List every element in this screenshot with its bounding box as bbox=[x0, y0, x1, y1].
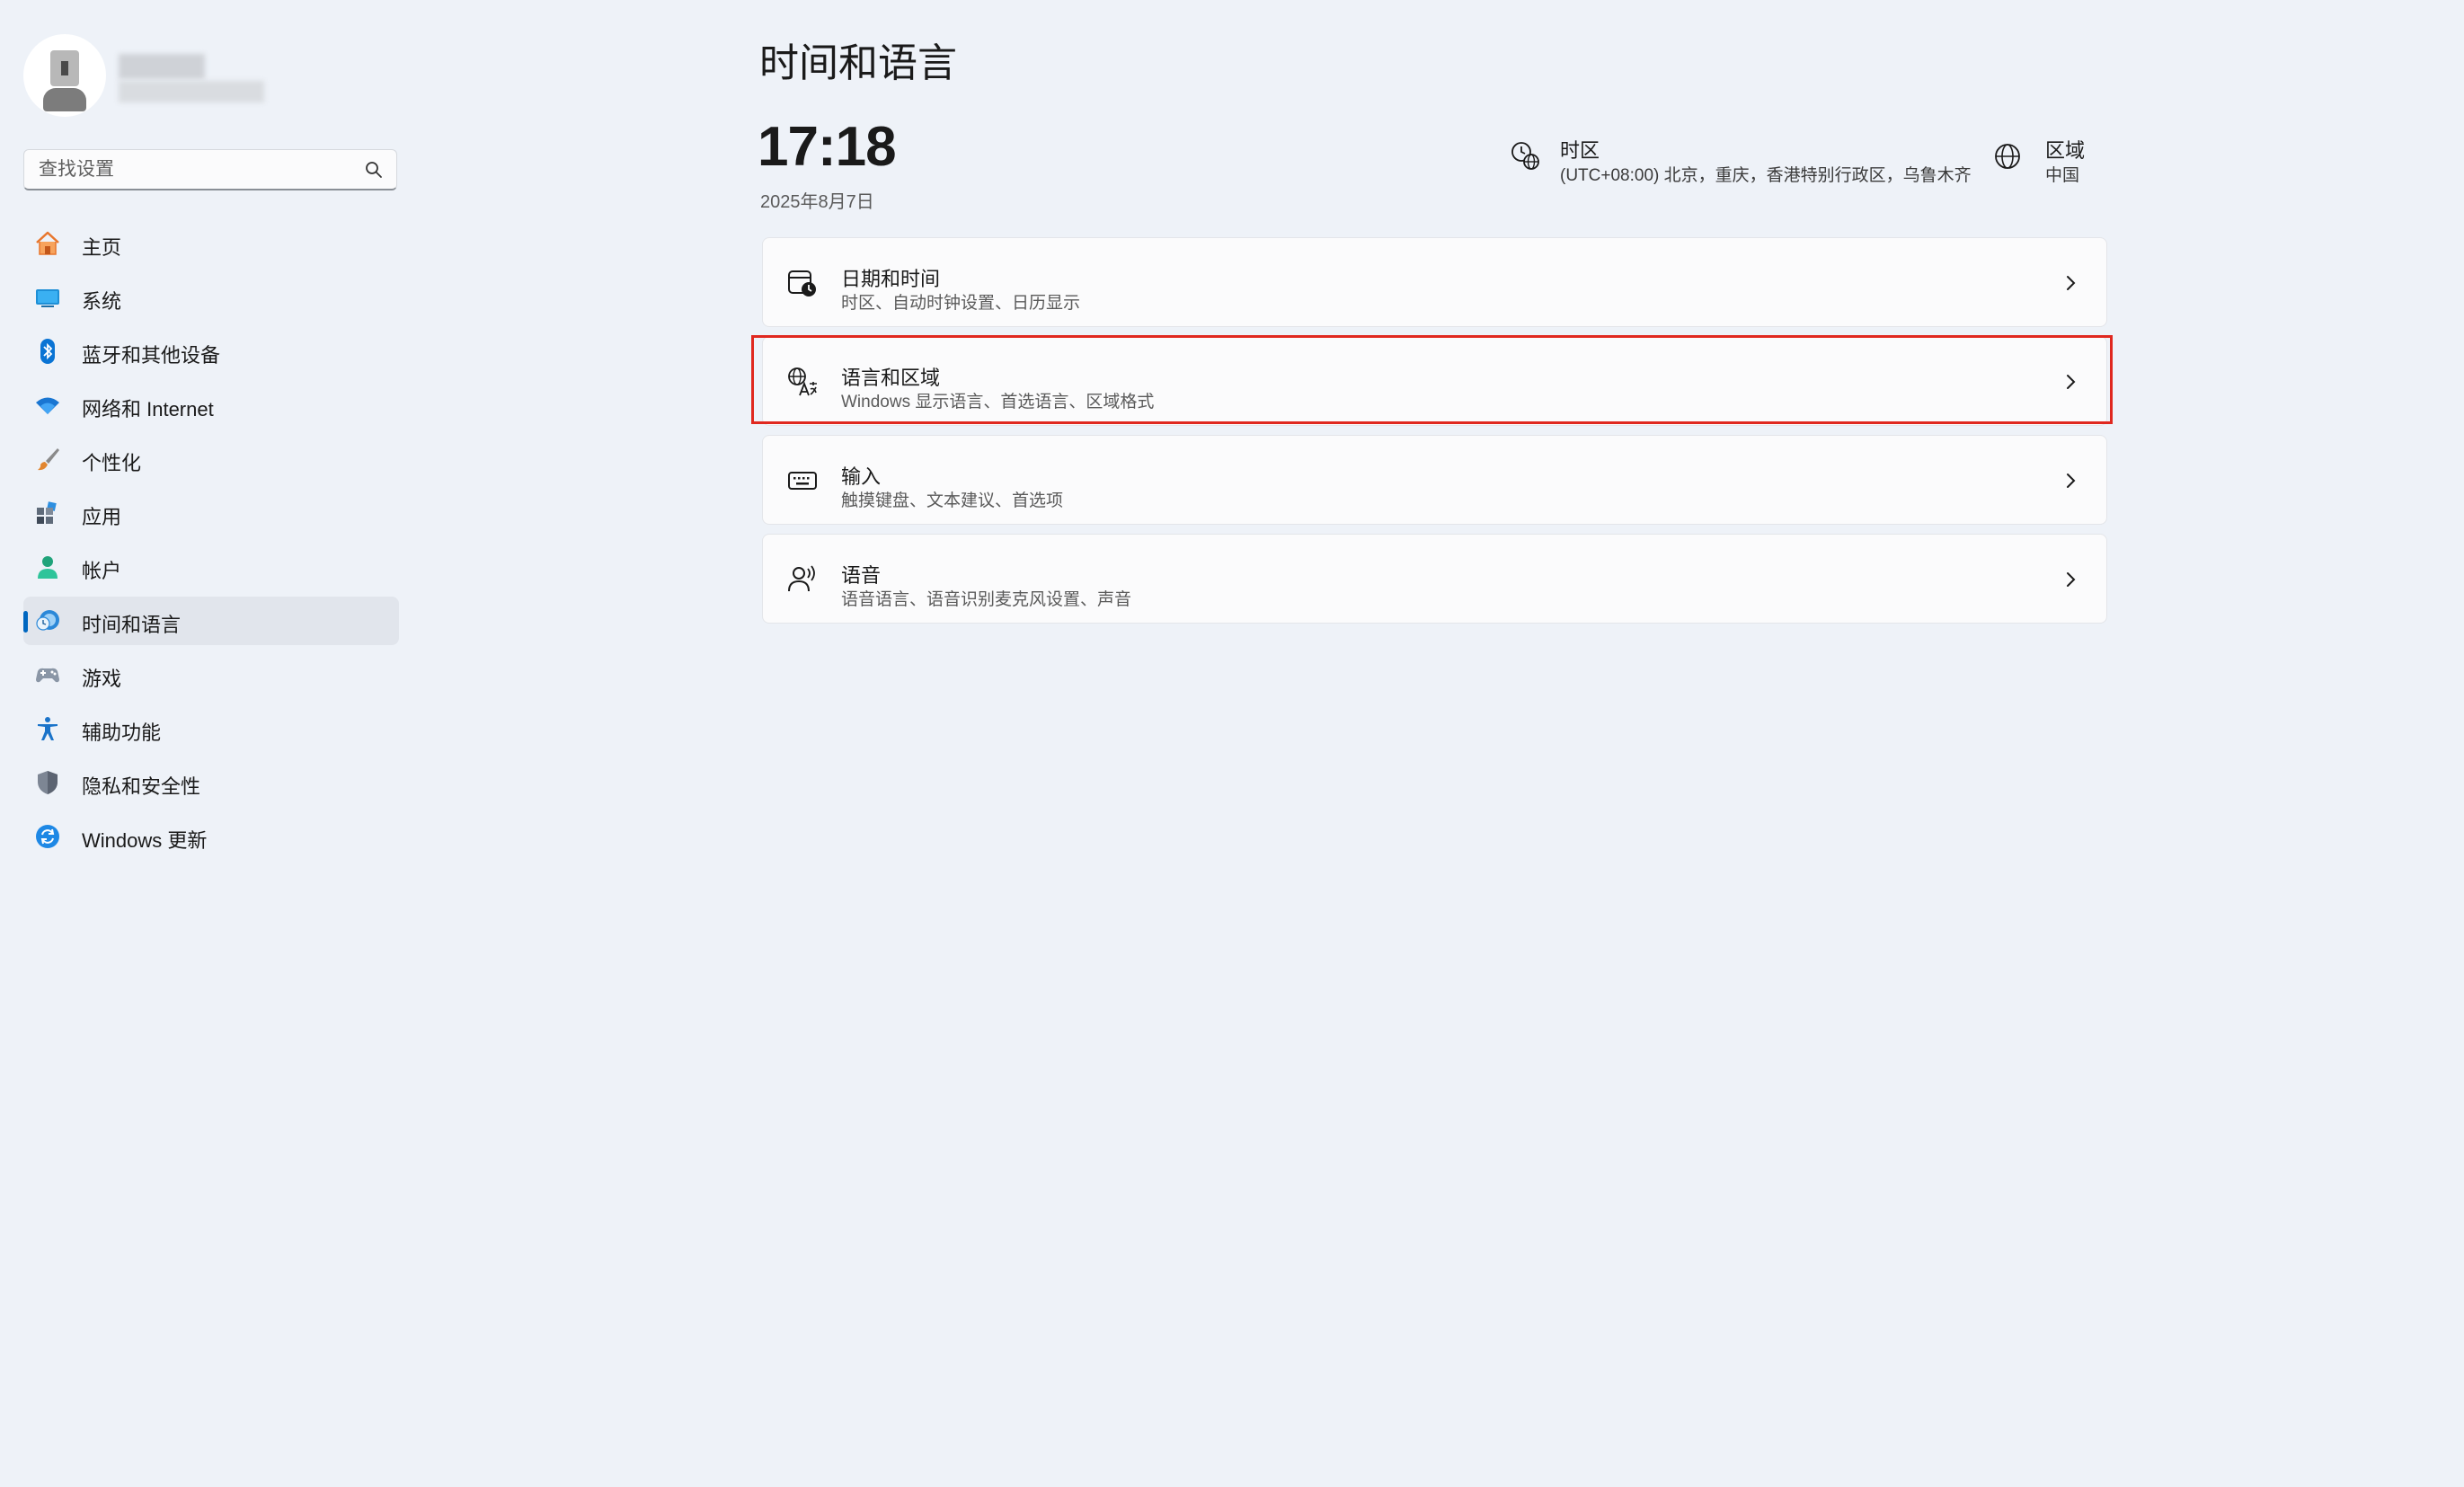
sidebar-item-label: 主页 bbox=[82, 236, 122, 259]
sidebar-item-bluetooth[interactable]: 蓝牙和其他设备 bbox=[23, 327, 399, 376]
gamepad-icon bbox=[36, 668, 59, 683]
card-description: 时区、自动时钟设置、日历显示 bbox=[841, 294, 1081, 313]
search-icon[interactable] bbox=[364, 160, 384, 180]
chevron-right-icon bbox=[2067, 572, 2076, 587]
calendar-clock-icon bbox=[788, 270, 816, 297]
shield-icon bbox=[38, 771, 58, 794]
sidebar-item-label: 蓝牙和其他设备 bbox=[82, 344, 221, 367]
sidebar-item-label: 隐私和安全性 bbox=[82, 775, 201, 798]
card-language-region[interactable]: 语言和区域 Windows 显示语言、首选语言、区域格式 bbox=[762, 336, 2107, 426]
search-input[interactable] bbox=[37, 150, 355, 190]
sidebar-item-label: 个性化 bbox=[82, 452, 142, 474]
current-time: 17:18 bbox=[758, 116, 897, 178]
sidebar-item-network[interactable]: 网络和 Internet bbox=[23, 381, 399, 429]
brush-icon bbox=[38, 448, 59, 471]
blurred-user-email bbox=[119, 81, 264, 102]
language-icon bbox=[788, 367, 817, 396]
region-value: 中国 bbox=[2045, 166, 2080, 185]
timezone-title: 时区 bbox=[1560, 139, 1600, 162]
card-description: Windows 显示语言、首选语言、区域格式 bbox=[841, 393, 1155, 412]
system-icon bbox=[36, 289, 59, 307]
chevron-right-icon bbox=[2067, 474, 2076, 488]
keyboard-icon bbox=[788, 472, 817, 490]
sidebar-item-label: Windows 更新 bbox=[82, 829, 208, 852]
card-typing[interactable]: 输入 触摸键盘、文本建议、首选项 bbox=[762, 435, 2107, 525]
apps-icon bbox=[37, 501, 57, 524]
sidebar-item-label: 系统 bbox=[82, 290, 122, 313]
speech-icon bbox=[788, 565, 815, 592]
sidebar-item-privacy[interactable]: 隐私和安全性 bbox=[23, 758, 399, 807]
sidebar-item-personalization[interactable]: 个性化 bbox=[23, 435, 399, 483]
card-date-time[interactable]: 日期和时间 时区、自动时钟设置、日历显示 bbox=[762, 237, 2107, 327]
sidebar-item-label: 游戏 bbox=[82, 668, 122, 690]
sidebar-item-accessibility[interactable]: 辅助功能 bbox=[23, 704, 399, 753]
timezone-value: (UTC+08:00) 北京，重庆，香港特别行政区，乌鲁木齐 bbox=[1560, 166, 1972, 185]
sidebar-item-apps[interactable]: 应用 bbox=[23, 489, 399, 537]
accessibility-icon bbox=[38, 717, 58, 740]
page-title: 时间和语言 bbox=[759, 41, 957, 85]
card-speech[interactable]: 语音 语音语言、语音识别麦克风设置、声音 bbox=[762, 534, 2107, 624]
region-title: 区域 bbox=[2045, 139, 2086, 162]
card-title: 语言和区域 bbox=[841, 367, 941, 389]
search-box[interactable] bbox=[23, 149, 397, 190]
home-icon bbox=[36, 231, 59, 255]
card-description: 语音语言、语音识别麦克风设置、声音 bbox=[841, 590, 1132, 609]
sidebar-item-home[interactable]: 主页 bbox=[23, 219, 399, 268]
sidebar-item-time-language[interactable]: 时间和语言 bbox=[23, 597, 399, 645]
sidebar-item-label: 辅助功能 bbox=[82, 721, 162, 744]
chevron-right-icon bbox=[2067, 375, 2076, 389]
sidebar-item-label: 应用 bbox=[82, 506, 122, 528]
sidebar-item-accounts[interactable]: 帐户 bbox=[23, 543, 399, 591]
card-title: 输入 bbox=[841, 465, 882, 488]
chevron-right-icon bbox=[2067, 276, 2076, 290]
account-icon bbox=[38, 556, 58, 579]
globe-icon bbox=[1995, 144, 2020, 169]
avatar[interactable] bbox=[23, 34, 106, 117]
card-title: 语音 bbox=[841, 564, 882, 587]
wifi-icon bbox=[36, 397, 59, 414]
card-title: 日期和时间 bbox=[841, 268, 941, 290]
current-date: 2025年8月7日 bbox=[760, 192, 874, 212]
sidebar-item-label: 时间和语言 bbox=[82, 614, 182, 636]
bluetooth-icon bbox=[40, 339, 55, 364]
avatar-body bbox=[43, 88, 86, 111]
sidebar-item-system[interactable]: 系统 bbox=[23, 273, 399, 322]
card-description: 触摸键盘、文本建议、首选项 bbox=[841, 491, 1064, 510]
sidebar-item-label: 帐户 bbox=[82, 560, 122, 582]
sidebar-nav: 主页 系统 蓝牙和其他设备 网络和 Internet 个性化 应用 帐户 时间和… bbox=[23, 219, 399, 866]
timezone-icon bbox=[1511, 142, 1539, 170]
avatar-detail bbox=[61, 61, 68, 75]
sidebar-item-windows-update[interactable]: Windows 更新 bbox=[23, 812, 399, 861]
time-language-icon bbox=[36, 610, 59, 631]
blurred-user-name bbox=[119, 54, 205, 79]
sidebar-item-gaming[interactable]: 游戏 bbox=[23, 651, 399, 699]
sidebar-item-label: 网络和 Internet bbox=[82, 398, 214, 420]
update-icon bbox=[36, 825, 59, 848]
